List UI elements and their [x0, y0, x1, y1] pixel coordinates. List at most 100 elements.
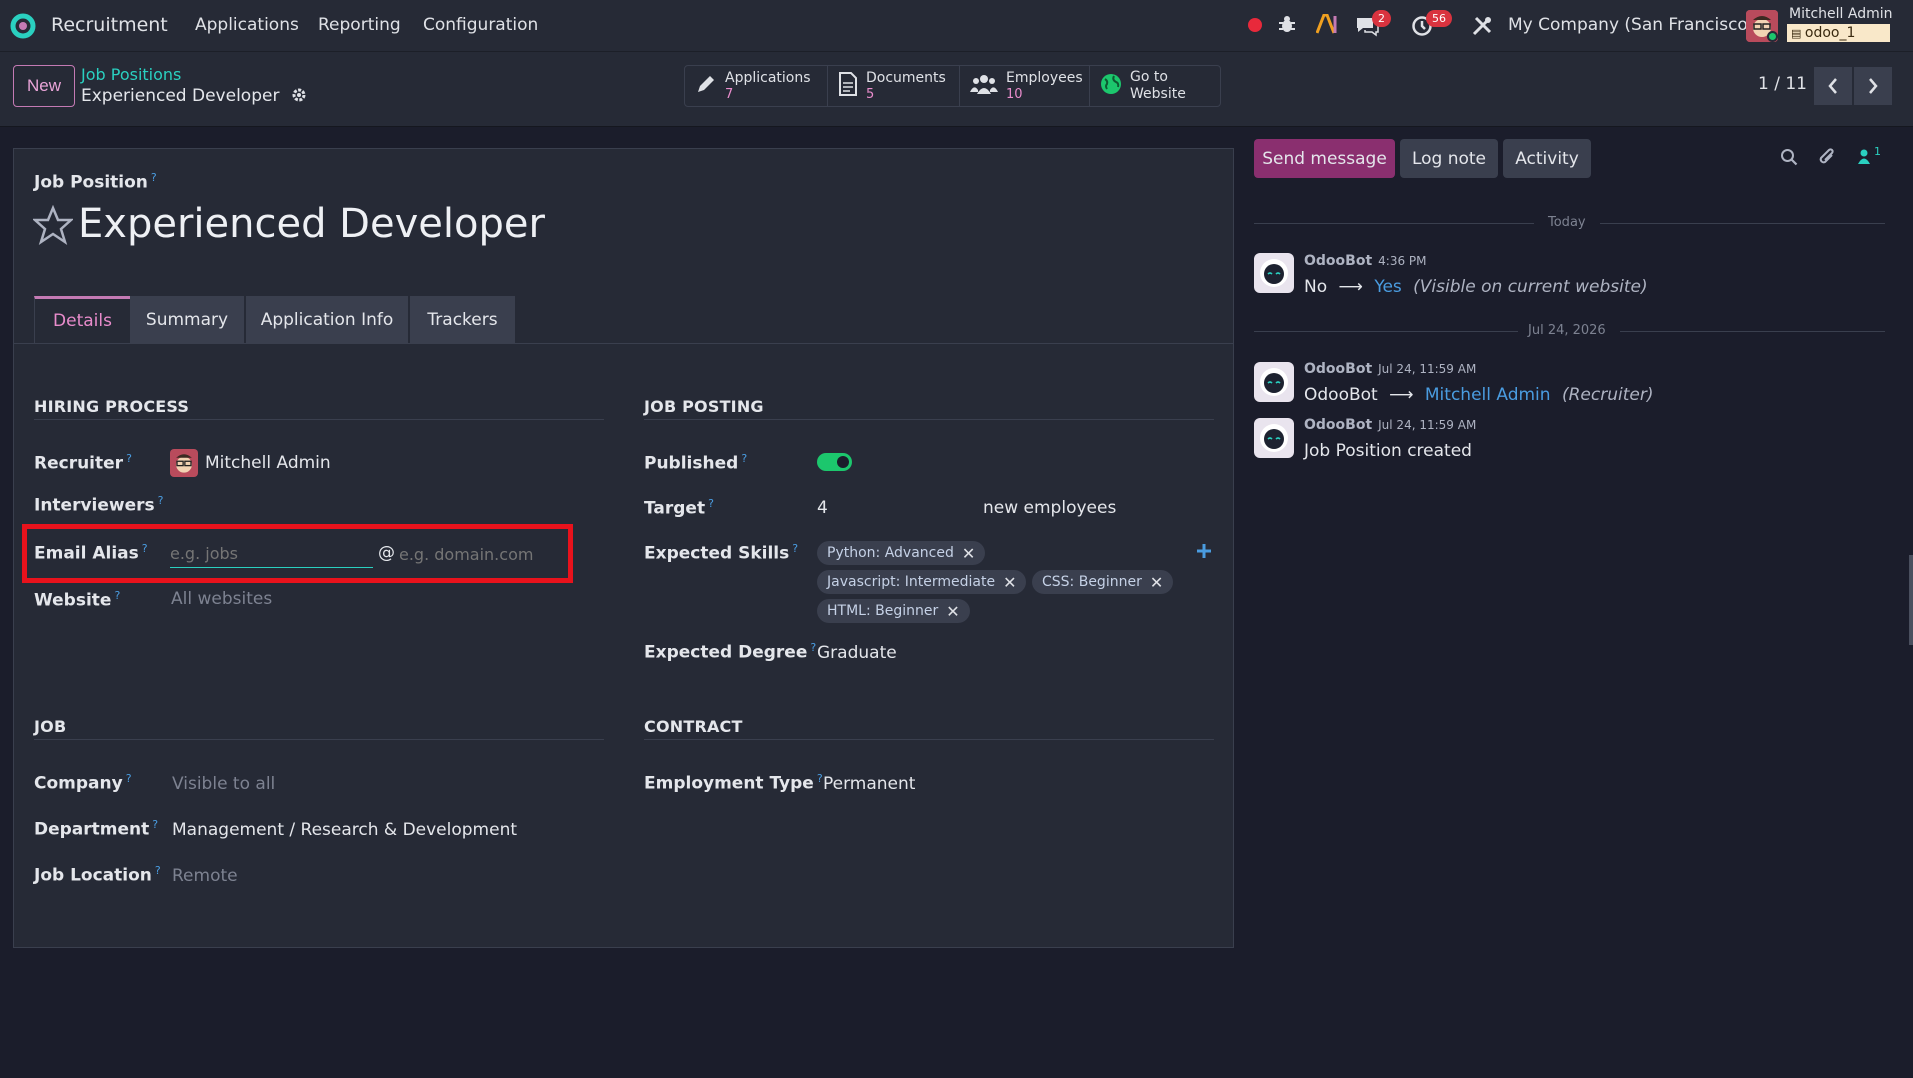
help-icon[interactable]: ?	[792, 542, 798, 555]
activity-button[interactable]: Activity	[1503, 139, 1591, 178]
breadcrumb-current-label: Experienced Developer	[81, 86, 280, 106]
section-contract: CONTRACT	[644, 717, 743, 736]
help-icon[interactable]: ?	[155, 864, 161, 877]
scrollbar[interactable]	[1909, 555, 1913, 645]
help-icon[interactable]: ?	[810, 641, 816, 654]
arrow-right-icon: ⟶	[1338, 277, 1363, 297]
breadcrumb-job-positions[interactable]: Job Positions	[81, 65, 181, 84]
followers-count: 1	[1874, 145, 1881, 158]
odoobot-avatar[interactable]	[1254, 418, 1294, 458]
help-icon[interactable]: ?	[114, 589, 120, 602]
section-job-posting: JOB POSTING	[644, 397, 764, 416]
date-separator-line	[1254, 331, 1518, 332]
app-logo-icon[interactable]	[10, 13, 36, 43]
help-icon[interactable]: ?	[126, 772, 132, 785]
employment-type-label-text: Employment Type	[644, 773, 814, 794]
menu-reporting[interactable]: Reporting	[318, 15, 401, 35]
user-name[interactable]: Mitchell Admin	[1789, 6, 1893, 22]
message-author-name: OdooBot	[1304, 253, 1373, 269]
company-label: Company?	[34, 772, 132, 794]
remove-tag-icon[interactable]: ✕	[1003, 573, 1016, 592]
help-icon[interactable]: ?	[817, 772, 823, 785]
tab-trackers[interactable]: Trackers	[410, 296, 515, 343]
section-job: JOB	[34, 717, 67, 736]
employment-type-label: Employment Type?	[644, 772, 823, 794]
remove-tag-icon[interactable]: ✕	[962, 544, 975, 563]
pager-next-button[interactable]	[1854, 67, 1892, 105]
menu-configuration[interactable]: Configuration	[423, 15, 538, 35]
smart-documents-label: Documents	[866, 70, 946, 86]
add-skill-plus-icon[interactable]	[1196, 543, 1212, 563]
help-icon[interactable]: ?	[152, 818, 158, 831]
tab-application-info[interactable]: Application Info	[246, 296, 408, 343]
job-location-input[interactable]: Remote	[172, 866, 238, 886]
tools-icon[interactable]	[1471, 15, 1493, 41]
paperclip-icon[interactable]	[1817, 147, 1837, 171]
odoobot-avatar[interactable]	[1254, 362, 1294, 402]
bug-icon[interactable]	[1278, 14, 1296, 38]
expected-degree-value[interactable]: Graduate	[817, 643, 897, 663]
gear-icon[interactable]	[291, 86, 307, 106]
website-label: Website?	[34, 589, 120, 611]
smart-button-go-to-website[interactable]: Go to Website	[1090, 66, 1220, 106]
company-switcher[interactable]: My Company (San Francisco)	[1508, 15, 1754, 35]
ai-icon[interactable]	[1315, 13, 1338, 38]
smart-button-applications[interactable]: Applications 7	[685, 66, 828, 106]
website-input[interactable]: All websites	[171, 589, 272, 609]
published-toggle[interactable]	[817, 453, 852, 471]
target-value[interactable]: 4	[817, 498, 828, 518]
send-message-button[interactable]: Send message	[1254, 139, 1395, 178]
date-separator-line	[1620, 331, 1885, 332]
help-icon[interactable]: ?	[158, 494, 164, 507]
help-icon[interactable]: ?	[126, 452, 132, 465]
smart-button-employees[interactable]: Employees 10	[960, 66, 1090, 106]
smart-employees-label: Employees	[1006, 70, 1083, 86]
search-icon[interactable]	[1780, 148, 1798, 170]
tab-details[interactable]: Details	[34, 296, 131, 343]
skill-tag: CSS: Beginner ✕	[1032, 570, 1174, 594]
remove-tag-icon[interactable]: ✕	[1150, 573, 1163, 592]
help-icon[interactable]: ?	[741, 452, 747, 465]
recruiter-label-text: Recruiter	[34, 453, 124, 474]
interviewers-input[interactable]	[170, 490, 590, 518]
skill-tag: Javascript: Intermediate ✕	[817, 570, 1027, 594]
chevron-right-icon	[1869, 78, 1878, 94]
users-icon	[970, 73, 998, 99]
smart-employees-value: 10	[1006, 87, 1023, 102]
job-title[interactable]: Experienced Developer	[78, 201, 545, 247]
app-name[interactable]: Recruitment	[51, 14, 168, 36]
remove-tag-icon[interactable]: ✕	[946, 602, 959, 621]
pencil-icon	[695, 73, 717, 99]
log-note-button[interactable]: Log note	[1400, 139, 1498, 178]
favorite-star-icon[interactable]	[31, 204, 75, 249]
message-time: Jul 24, 11:59 AM	[1378, 418, 1477, 432]
followers-user-icon[interactable]	[1856, 148, 1872, 168]
help-icon[interactable]: ?	[708, 497, 714, 510]
department-value[interactable]: Management / Research & Development	[172, 820, 517, 840]
interviewers-label-text: Interviewers	[34, 495, 155, 516]
menu-applications[interactable]: Applications	[195, 15, 299, 35]
tracking-old-value: No	[1304, 277, 1328, 297]
posting-divider	[644, 419, 1214, 420]
record-dot-icon[interactable]	[1248, 18, 1262, 32]
pager-value[interactable]: 1 / 11	[1758, 74, 1807, 94]
date-separator-line	[1254, 223, 1534, 224]
recruiter-avatar[interactable]	[170, 449, 198, 477]
control-panel: New Job Positions Experienced Developer …	[0, 52, 1913, 127]
smart-button-documents[interactable]: Documents 5	[828, 66, 960, 106]
company-input[interactable]: Visible to all	[172, 774, 275, 794]
new-button[interactable]: New	[13, 65, 75, 107]
skill-tag-label: Python: Advanced	[827, 545, 954, 561]
contract-divider	[644, 739, 1214, 740]
document-icon	[838, 72, 858, 100]
job-location-label: Job Location?	[34, 864, 161, 886]
db-name-badge: ▤ odoo_1	[1787, 24, 1890, 42]
smart-applications-label: Applications	[725, 70, 811, 86]
skill-tag-label: CSS: Beginner	[1042, 574, 1142, 590]
tab-summary[interactable]: Summary	[130, 296, 244, 343]
employment-type-value[interactable]: Permanent	[823, 774, 915, 794]
pager-previous-button[interactable]	[1814, 67, 1852, 105]
odoobot-avatar[interactable]	[1254, 253, 1294, 293]
help-icon[interactable]: ?	[151, 171, 157, 184]
recruiter-value[interactable]: Mitchell Admin	[205, 453, 331, 473]
